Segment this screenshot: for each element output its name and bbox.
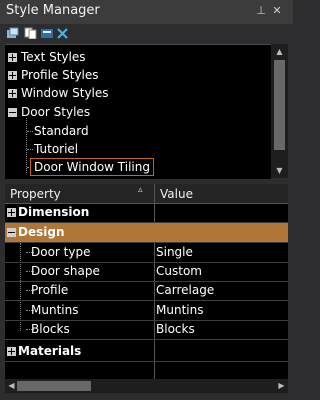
property-row-muntins[interactable]: Muntins Muntins [5, 301, 288, 321]
category-design[interactable]: Design [5, 223, 288, 243]
expand-icon[interactable] [8, 53, 17, 62]
grid-scroll-thumb[interactable] [17, 381, 91, 391]
property-row-blocks[interactable]: Blocks Blocks [5, 320, 288, 340]
expand-icon[interactable] [8, 71, 17, 80]
tree-item-door-styles[interactable]: Door Styles [5, 103, 271, 122]
value-blocks[interactable]: Blocks [156, 322, 195, 336]
sort-icon[interactable]: ▵ [138, 185, 143, 195]
expand-icon[interactable] [8, 89, 17, 98]
property-row-profile[interactable]: Profile Carrelage [5, 281, 288, 301]
close-icon[interactable]: ✕ [271, 4, 283, 17]
collapse-icon[interactable] [8, 108, 17, 117]
rename-style-icon[interactable] [40, 27, 53, 39]
value-door-shape[interactable]: Custom [156, 264, 202, 278]
style-tree[interactable]: Text Styles Profile Styles Window Styles… [5, 44, 271, 179]
scroll-up-arrow-icon[interactable]: ▲ [274, 47, 285, 56]
header-value[interactable]: Value [160, 187, 193, 201]
tree-connector [27, 131, 33, 132]
tree-item-standard[interactable]: Standard [5, 122, 271, 141]
property-row-door-type[interactable]: Door type Single [5, 243, 288, 263]
tree-item-window-styles[interactable]: Window Styles [5, 84, 271, 103]
tree-item-tutoriel[interactable]: Tutoriel [5, 140, 271, 159]
tree-scroll-thumb[interactable] [274, 60, 285, 150]
category-materials[interactable]: Materials [5, 342, 288, 362]
tree-connector [27, 149, 33, 150]
scroll-left-arrow-icon[interactable]: ◀ [6, 381, 17, 390]
window-title: Style Manager [6, 3, 100, 18]
collapse-icon[interactable] [7, 228, 16, 237]
value-door-type[interactable]: Single [156, 245, 193, 259]
pin-icon[interactable]: ⊥ [255, 4, 267, 17]
property-row-door-shape[interactable]: Door shape Custom [5, 262, 288, 282]
delete-style-icon[interactable] [56, 27, 69, 39]
value-muntins[interactable]: Muntins [156, 303, 203, 317]
tree-item-door-window-tiling[interactable]: Door Window Tiling [5, 158, 271, 177]
copy-style-icon[interactable] [24, 27, 37, 39]
scroll-down-arrow-icon[interactable]: ▼ [274, 166, 285, 175]
scroll-right-arrow-icon[interactable]: ▶ [276, 381, 287, 390]
expand-icon[interactable] [7, 347, 16, 356]
tree-item-text-styles[interactable]: Text Styles [5, 48, 271, 67]
category-dimension[interactable]: Dimension [5, 203, 288, 223]
tree-item-profile-styles[interactable]: Profile Styles [5, 66, 271, 85]
expand-icon[interactable] [7, 208, 16, 217]
value-profile[interactable]: Carrelage [156, 283, 214, 297]
new-style-icon[interactable] [6, 27, 19, 39]
header-property[interactable]: Property [10, 187, 61, 201]
